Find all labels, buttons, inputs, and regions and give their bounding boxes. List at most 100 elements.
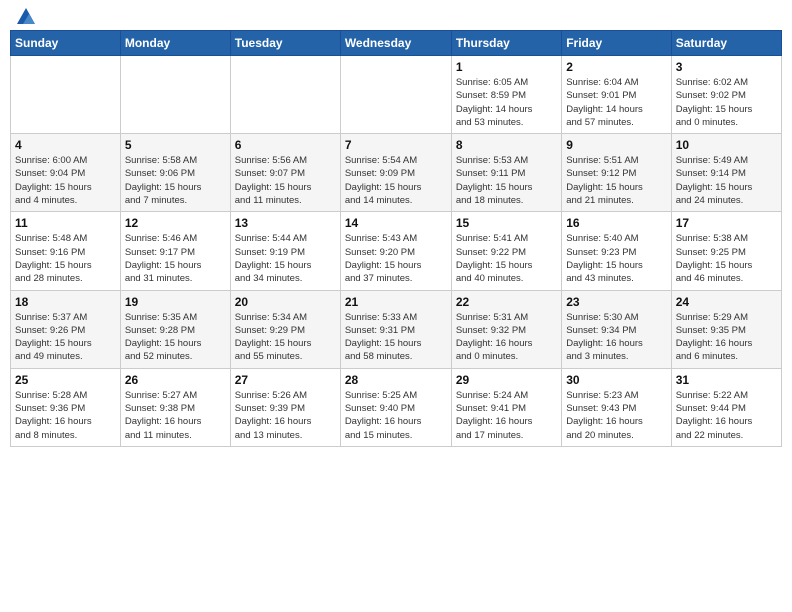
weekday-header: Tuesday <box>230 31 340 56</box>
day-info: Sunrise: 5:37 AM Sunset: 9:26 PM Dayligh… <box>15 311 116 364</box>
day-number: 10 <box>676 138 777 152</box>
day-number: 18 <box>15 295 116 309</box>
day-info: Sunrise: 5:25 AM Sunset: 9:40 PM Dayligh… <box>345 389 447 442</box>
day-info: Sunrise: 6:02 AM Sunset: 9:02 PM Dayligh… <box>676 76 777 129</box>
calendar-table: SundayMondayTuesdayWednesdayThursdayFrid… <box>10 30 782 447</box>
calendar-week-row: 18 Sunrise: 5:37 AM Sunset: 9:26 PM Dayli… <box>11 290 782 368</box>
calendar-cell: 10 Sunrise: 5:49 AM Sunset: 9:14 PM Dayli… <box>671 134 781 212</box>
day-number: 4 <box>15 138 116 152</box>
day-info: Sunrise: 5:26 AM Sunset: 9:39 PM Dayligh… <box>235 389 336 442</box>
day-number: 21 <box>345 295 447 309</box>
day-number: 6 <box>235 138 336 152</box>
day-info: Sunrise: 5:29 AM Sunset: 9:35 PM Dayligh… <box>676 311 777 364</box>
day-info: Sunrise: 5:35 AM Sunset: 9:28 PM Dayligh… <box>125 311 226 364</box>
calendar-week-row: 1 Sunrise: 6:05 AM Sunset: 8:59 PM Daylig… <box>11 56 782 134</box>
calendar-cell <box>120 56 230 134</box>
day-info: Sunrise: 5:44 AM Sunset: 9:19 PM Dayligh… <box>235 232 336 285</box>
day-info: Sunrise: 6:05 AM Sunset: 8:59 PM Dayligh… <box>456 76 557 129</box>
day-number: 1 <box>456 60 557 74</box>
day-number: 19 <box>125 295 226 309</box>
day-info: Sunrise: 5:23 AM Sunset: 9:43 PM Dayligh… <box>566 389 666 442</box>
weekday-header-row: SundayMondayTuesdayWednesdayThursdayFrid… <box>11 31 782 56</box>
calendar-week-row: 11 Sunrise: 5:48 AM Sunset: 9:16 PM Dayli… <box>11 212 782 290</box>
calendar-cell: 24 Sunrise: 5:29 AM Sunset: 9:35 PM Dayli… <box>671 290 781 368</box>
day-number: 3 <box>676 60 777 74</box>
day-info: Sunrise: 6:00 AM Sunset: 9:04 PM Dayligh… <box>15 154 116 207</box>
day-number: 22 <box>456 295 557 309</box>
day-number: 7 <box>345 138 447 152</box>
day-number: 28 <box>345 373 447 387</box>
day-number: 25 <box>15 373 116 387</box>
calendar-cell: 3 Sunrise: 6:02 AM Sunset: 9:02 PM Daylig… <box>671 56 781 134</box>
calendar-cell: 16 Sunrise: 5:40 AM Sunset: 9:23 PM Dayli… <box>562 212 671 290</box>
weekday-header: Monday <box>120 31 230 56</box>
day-number: 2 <box>566 60 666 74</box>
day-number: 11 <box>15 216 116 230</box>
calendar-cell: 22 Sunrise: 5:31 AM Sunset: 9:32 PM Dayli… <box>451 290 561 368</box>
day-info: Sunrise: 5:43 AM Sunset: 9:20 PM Dayligh… <box>345 232 447 285</box>
day-info: Sunrise: 5:54 AM Sunset: 9:09 PM Dayligh… <box>345 154 447 207</box>
logo <box>14 10 37 24</box>
day-info: Sunrise: 5:49 AM Sunset: 9:14 PM Dayligh… <box>676 154 777 207</box>
day-info: Sunrise: 5:28 AM Sunset: 9:36 PM Dayligh… <box>15 389 116 442</box>
calendar-cell: 13 Sunrise: 5:44 AM Sunset: 9:19 PM Dayli… <box>230 212 340 290</box>
calendar-cell: 4 Sunrise: 6:00 AM Sunset: 9:04 PM Daylig… <box>11 134 121 212</box>
day-number: 8 <box>456 138 557 152</box>
day-number: 15 <box>456 216 557 230</box>
day-number: 26 <box>125 373 226 387</box>
calendar-cell: 15 Sunrise: 5:41 AM Sunset: 9:22 PM Dayli… <box>451 212 561 290</box>
calendar-cell: 5Sunrise: 5:58 AM Sunset: 9:06 PM Daylig… <box>120 134 230 212</box>
day-number: 29 <box>456 373 557 387</box>
calendar-cell: 23Sunrise: 5:30 AM Sunset: 9:34 PM Dayli… <box>562 290 671 368</box>
day-info: Sunrise: 5:40 AM Sunset: 9:23 PM Dayligh… <box>566 232 666 285</box>
calendar-cell: 12 Sunrise: 5:46 AM Sunset: 9:17 PM Dayli… <box>120 212 230 290</box>
calendar-cell <box>11 56 121 134</box>
day-info: Sunrise: 5:24 AM Sunset: 9:41 PM Dayligh… <box>456 389 557 442</box>
day-number: 12 <box>125 216 226 230</box>
day-info: Sunrise: 5:22 AM Sunset: 9:44 PM Dayligh… <box>676 389 777 442</box>
day-info: Sunrise: 5:56 AM Sunset: 9:07 PM Dayligh… <box>235 154 336 207</box>
day-info: Sunrise: 6:04 AM Sunset: 9:01 PM Dayligh… <box>566 76 666 129</box>
weekday-header: Thursday <box>451 31 561 56</box>
day-info: Sunrise: 5:34 AM Sunset: 9:29 PM Dayligh… <box>235 311 336 364</box>
day-info: Sunrise: 5:46 AM Sunset: 9:17 PM Dayligh… <box>125 232 226 285</box>
day-info: Sunrise: 5:38 AM Sunset: 9:25 PM Dayligh… <box>676 232 777 285</box>
calendar-cell: 31Sunrise: 5:22 AM Sunset: 9:44 PM Dayli… <box>671 368 781 446</box>
day-number: 23 <box>566 295 666 309</box>
day-number: 5 <box>125 138 226 152</box>
calendar-cell: 21 Sunrise: 5:33 AM Sunset: 9:31 PM Dayli… <box>340 290 451 368</box>
calendar-cell: 18 Sunrise: 5:37 AM Sunset: 9:26 PM Dayli… <box>11 290 121 368</box>
calendar-cell: 28 Sunrise: 5:25 AM Sunset: 9:40 PM Dayli… <box>340 368 451 446</box>
calendar-cell: 30 Sunrise: 5:23 AM Sunset: 9:43 PM Dayli… <box>562 368 671 446</box>
day-info: Sunrise: 5:41 AM Sunset: 9:22 PM Dayligh… <box>456 232 557 285</box>
day-number: 16 <box>566 216 666 230</box>
calendar-cell: 19 Sunrise: 5:35 AM Sunset: 9:28 PM Dayli… <box>120 290 230 368</box>
calendar-cell: 17 Sunrise: 5:38 AM Sunset: 9:25 PM Dayli… <box>671 212 781 290</box>
calendar-cell: 29 Sunrise: 5:24 AM Sunset: 9:41 PM Dayli… <box>451 368 561 446</box>
calendar-cell: 25 Sunrise: 5:28 AM Sunset: 9:36 PM Dayli… <box>11 368 121 446</box>
calendar-cell: 14Sunrise: 5:43 AM Sunset: 9:20 PM Dayli… <box>340 212 451 290</box>
day-info: Sunrise: 5:53 AM Sunset: 9:11 PM Dayligh… <box>456 154 557 207</box>
day-info: Sunrise: 5:33 AM Sunset: 9:31 PM Dayligh… <box>345 311 447 364</box>
calendar-cell: 1 Sunrise: 6:05 AM Sunset: 8:59 PM Daylig… <box>451 56 561 134</box>
day-info: Sunrise: 5:51 AM Sunset: 9:12 PM Dayligh… <box>566 154 666 207</box>
day-number: 30 <box>566 373 666 387</box>
day-number: 9 <box>566 138 666 152</box>
calendar-cell: 8 Sunrise: 5:53 AM Sunset: 9:11 PM Daylig… <box>451 134 561 212</box>
calendar-week-row: 4 Sunrise: 6:00 AM Sunset: 9:04 PM Daylig… <box>11 134 782 212</box>
calendar-cell <box>340 56 451 134</box>
calendar-cell: 27Sunrise: 5:26 AM Sunset: 9:39 PM Dayli… <box>230 368 340 446</box>
day-number: 13 <box>235 216 336 230</box>
calendar-cell: 9 Sunrise: 5:51 AM Sunset: 9:12 PM Daylig… <box>562 134 671 212</box>
day-number: 24 <box>676 295 777 309</box>
day-info: Sunrise: 5:48 AM Sunset: 9:16 PM Dayligh… <box>15 232 116 285</box>
calendar-cell: 7 Sunrise: 5:54 AM Sunset: 9:09 PM Daylig… <box>340 134 451 212</box>
calendar-cell: 2 Sunrise: 6:04 AM Sunset: 9:01 PM Daylig… <box>562 56 671 134</box>
day-info: Sunrise: 5:27 AM Sunset: 9:38 PM Dayligh… <box>125 389 226 442</box>
calendar-cell: 20Sunrise: 5:34 AM Sunset: 9:29 PM Dayli… <box>230 290 340 368</box>
page-header <box>10 10 782 24</box>
calendar-cell: 26 Sunrise: 5:27 AM Sunset: 9:38 PM Dayli… <box>120 368 230 446</box>
calendar-cell <box>230 56 340 134</box>
day-info: Sunrise: 5:31 AM Sunset: 9:32 PM Dayligh… <box>456 311 557 364</box>
day-number: 17 <box>676 216 777 230</box>
